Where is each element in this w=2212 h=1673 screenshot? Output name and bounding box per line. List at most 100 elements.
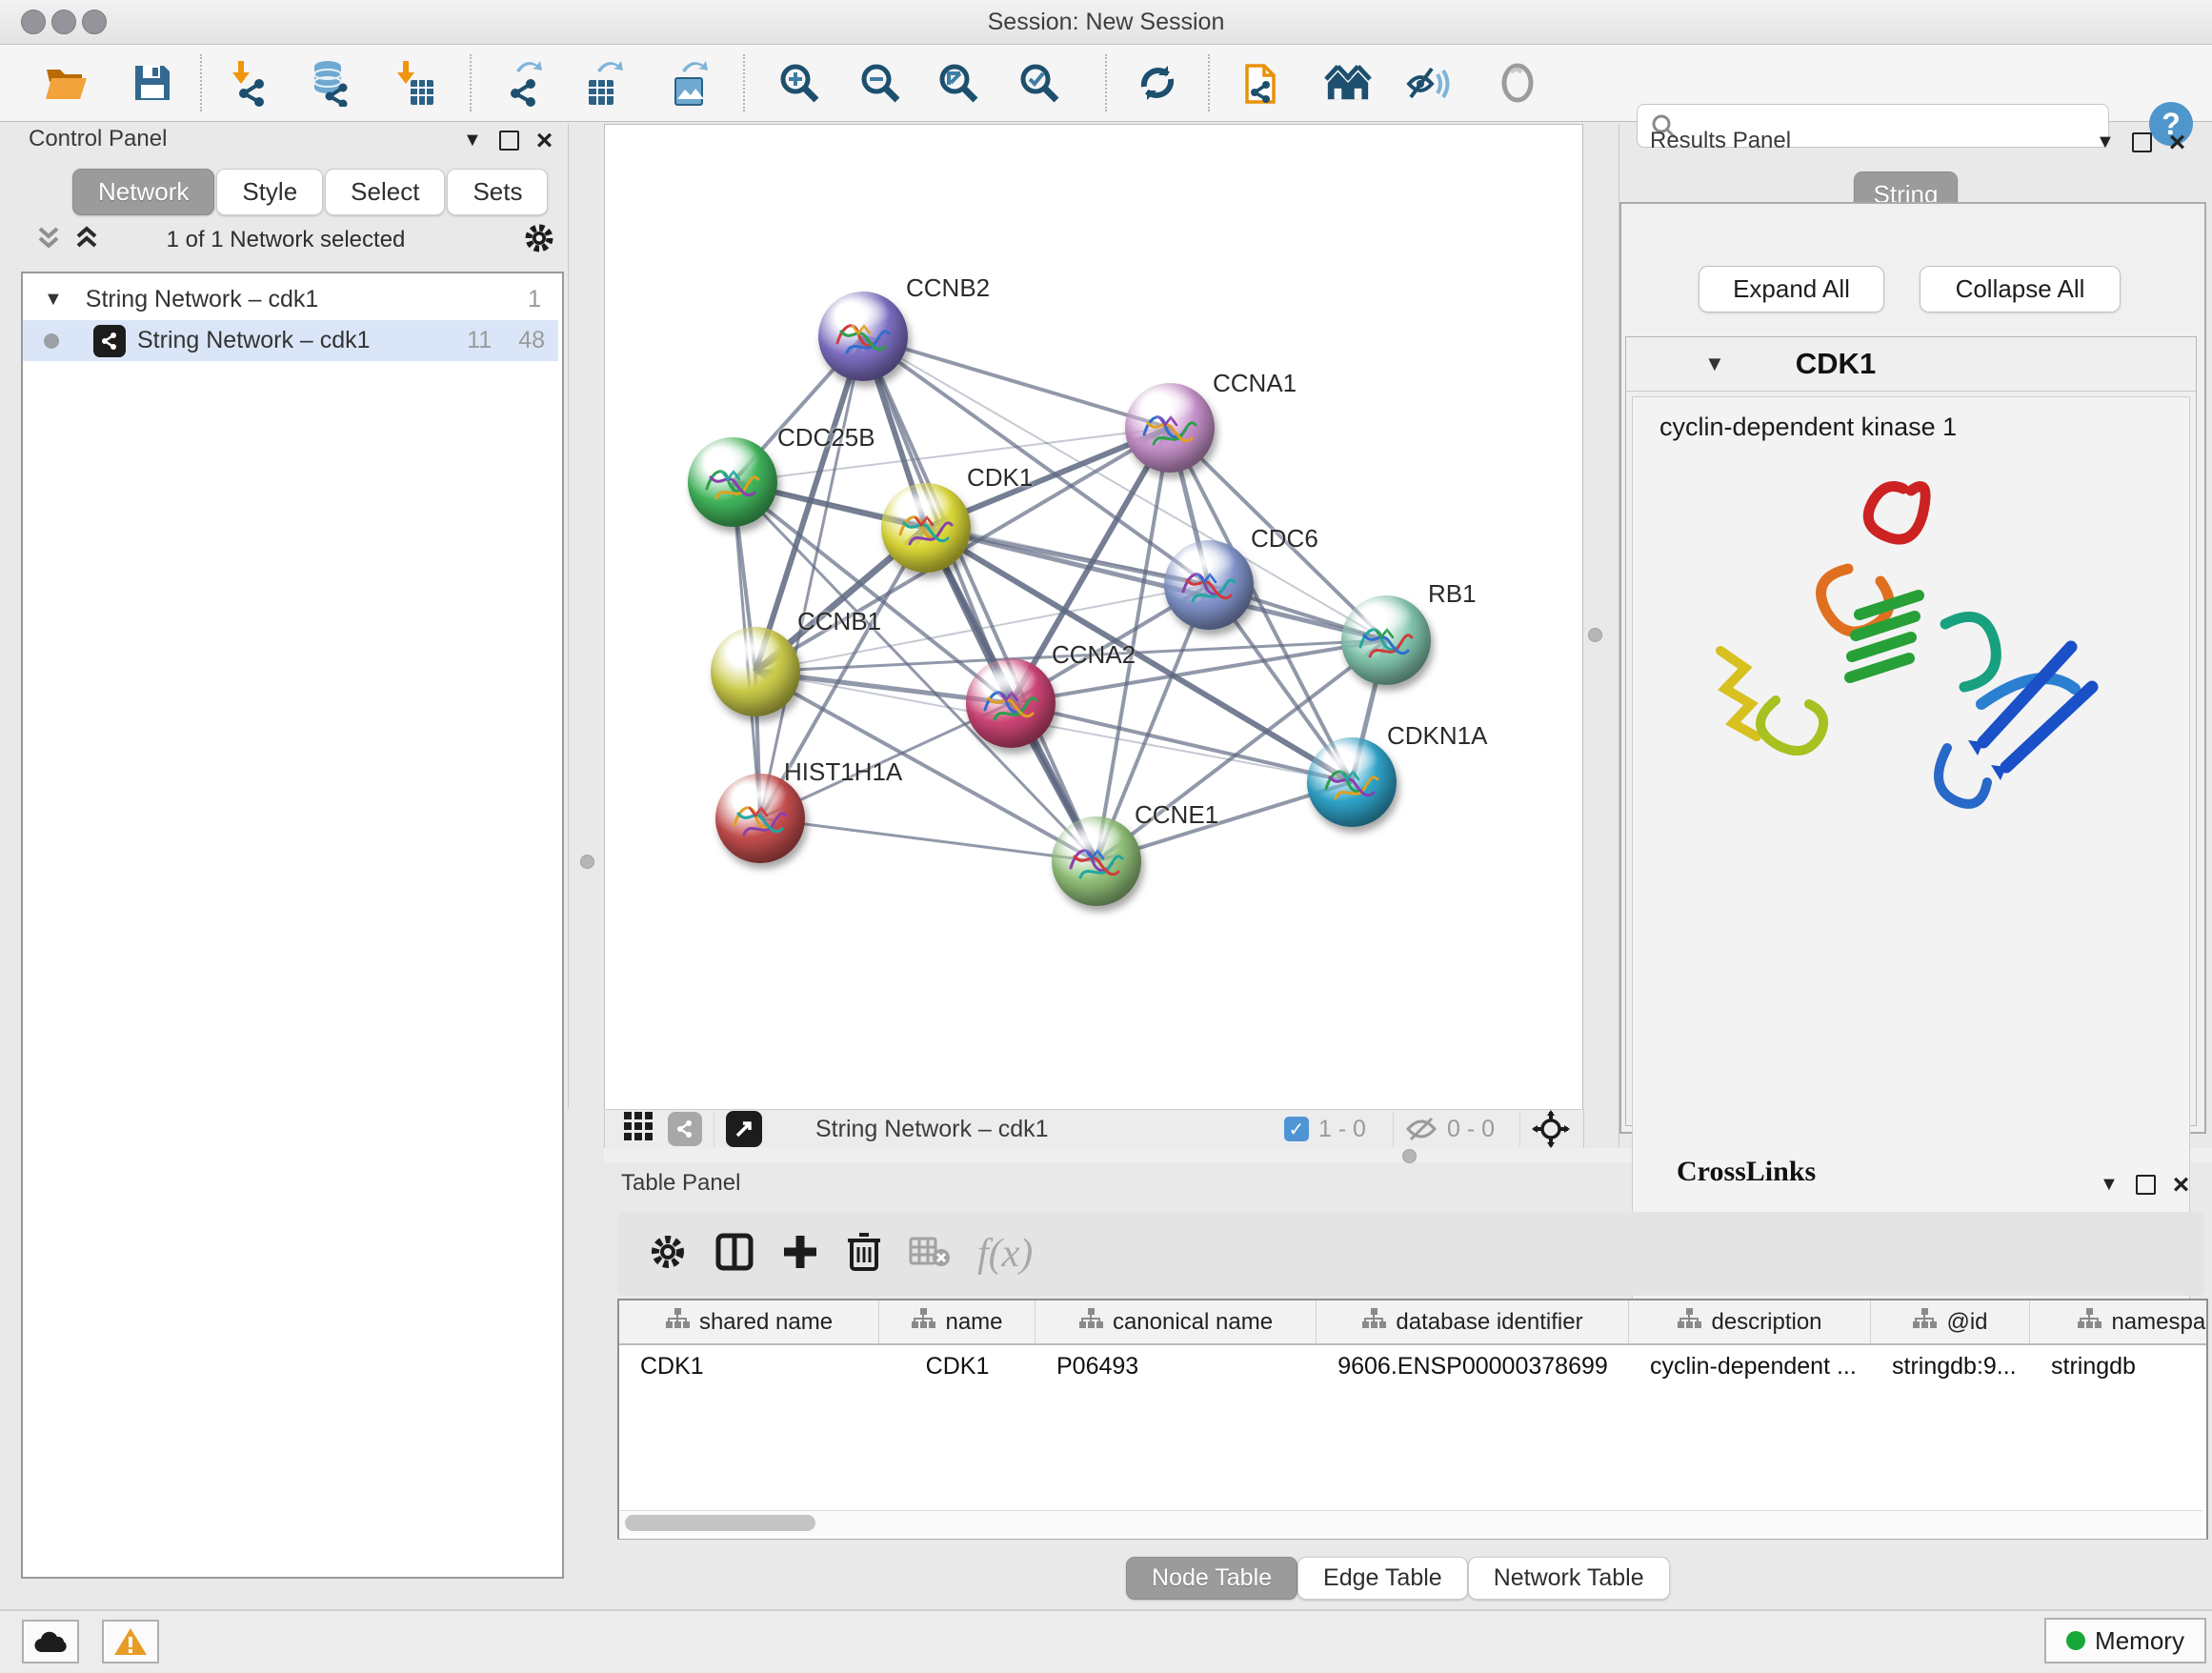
left-panel-divider[interactable]: [568, 124, 606, 1109]
panel-float-icon[interactable]: [499, 131, 519, 151]
right-panel-divider[interactable]: [1582, 124, 1619, 1147]
network-tree: ▼ String Network – cdk1 1 String Network…: [21, 272, 564, 1579]
import-network-button[interactable]: [225, 58, 272, 108]
network-node-label: CCNB1: [797, 607, 881, 636]
warnings-button[interactable]: [102, 1620, 159, 1663]
delete-column-button[interactable]: [846, 1231, 882, 1278]
column-header-shared-name[interactable]: shared name: [619, 1300, 879, 1343]
hide-graphics-details-button[interactable]: [1405, 58, 1453, 108]
expand-all-networks-button[interactable]: [72, 223, 101, 258]
panel-close-icon[interactable]: ×: [2173, 1176, 2190, 1195]
import-table-button[interactable]: [391, 58, 438, 108]
network-edge[interactable]: [760, 336, 863, 818]
import-database-button[interactable]: [306, 58, 353, 108]
divider-grip[interactable]: [1588, 628, 1602, 642]
fit-selected-crosshair-icon[interactable]: [1532, 1110, 1570, 1148]
panel-menu-icon[interactable]: ▼: [2100, 1174, 2119, 1196]
export-image-button[interactable]: [666, 58, 714, 108]
panel-float-icon[interactable]: [2136, 1175, 2156, 1195]
zoom-out-button[interactable]: [856, 58, 904, 108]
add-column-button[interactable]: [781, 1233, 819, 1276]
network-node-ccna1[interactable]: [1125, 383, 1215, 473]
network-node-ccnb1[interactable]: [711, 627, 800, 716]
selected-checkbox-icon[interactable]: ✓: [1284, 1117, 1309, 1141]
panel-close-icon[interactable]: ×: [2169, 133, 2186, 152]
open-session-button[interactable]: [43, 58, 90, 108]
network-row-selected[interactable]: String Network – cdk1 11 48: [23, 320, 558, 361]
divider-grip[interactable]: [1402, 1149, 1417, 1163]
column-header-database-identifier[interactable]: database identifier: [1317, 1300, 1629, 1343]
network-file-button[interactable]: [1239, 58, 1287, 108]
tab-style[interactable]: Style: [216, 169, 323, 215]
table-cell[interactable]: 9606.ENSP00000378699: [1317, 1345, 1629, 1387]
tab-sets[interactable]: Sets: [447, 169, 548, 215]
network-node-cdc6[interactable]: [1164, 540, 1254, 630]
tab-edge-table[interactable]: Edge Table: [1297, 1557, 1468, 1600]
collapse-all-networks-button[interactable]: [34, 223, 63, 258]
collapse-all-button[interactable]: Collapse All: [1920, 266, 2121, 312]
zoom-in-button[interactable]: [775, 58, 823, 108]
divider-grip[interactable]: [580, 855, 594, 869]
export-table-button[interactable]: [581, 58, 629, 108]
home-view-button[interactable]: [1324, 58, 1372, 108]
network-node-cdkn1a[interactable]: [1307, 737, 1397, 827]
save-session-button[interactable]: [129, 58, 176, 108]
panel-menu-icon[interactable]: ▼: [463, 130, 482, 151]
gene-section-header[interactable]: ▼ CDK1: [1626, 337, 2196, 392]
table-cell[interactable]: stringdb:9...: [1871, 1345, 2030, 1387]
function-builder-button[interactable]: f(x): [977, 1231, 1033, 1277]
network-edge[interactable]: [760, 818, 1096, 861]
network-edge[interactable]: [863, 336, 1170, 428]
table-cell[interactable]: CDK1: [879, 1345, 1036, 1387]
panel-menu-icon[interactable]: ▼: [2096, 131, 2115, 153]
tab-network-table[interactable]: Network Table: [1468, 1557, 1670, 1600]
detach-view-button[interactable]: [726, 1111, 762, 1147]
table-cell[interactable]: cyclin-dependent ...: [1629, 1345, 1871, 1387]
panel-close-icon[interactable]: ×: [536, 131, 553, 151]
column-header-description[interactable]: description: [1629, 1300, 1871, 1343]
export-network-button[interactable]: [504, 58, 552, 108]
network-node-ccne1[interactable]: [1052, 816, 1141, 906]
network-options-gear-button[interactable]: [522, 221, 556, 260]
grid-view-button[interactable]: [622, 1110, 654, 1149]
delete-table-button[interactable]: [909, 1235, 951, 1274]
network-edge[interactable]: [1011, 703, 1352, 782]
section-collapse-icon[interactable]: ▼: [1704, 352, 1725, 376]
table-cell[interactable]: P06493: [1036, 1345, 1317, 1387]
panel-float-icon[interactable]: [2132, 132, 2152, 152]
network-node-rb1[interactable]: [1341, 595, 1431, 685]
network-node-label: CCNB2: [906, 273, 990, 303]
column-header-namespace[interactable]: namespace: [2030, 1300, 2208, 1343]
tab-node-table[interactable]: Node Table: [1126, 1557, 1297, 1600]
tab-network[interactable]: Network: [72, 169, 214, 215]
table-horizontal-scrollbar[interactable]: [619, 1510, 2202, 1536]
collection-collapse-icon[interactable]: ▼: [44, 289, 63, 311]
column-header-canonical-name[interactable]: canonical name: [1036, 1300, 1317, 1343]
results-panel-title: Results Panel: [1650, 128, 1791, 154]
tab-select[interactable]: Select: [325, 169, 445, 215]
zoom-fit-button[interactable]: [935, 58, 982, 108]
memory-button[interactable]: Memory: [2044, 1618, 2206, 1663]
network-canvas[interactable]: CCNB2CCNA1CDC25BCDK1CDC6RB1CCNB1CCNA2CDK…: [604, 124, 1583, 1111]
network-collection-row[interactable]: ▼ String Network – cdk1 1: [23, 279, 558, 320]
column-header-name[interactable]: name: [879, 1300, 1036, 1343]
network-node-ccna2[interactable]: [966, 658, 1056, 748]
network-node-cdk1[interactable]: [881, 483, 971, 573]
cloud-status-button[interactable]: [22, 1620, 79, 1663]
table-cell[interactable]: CDK1: [619, 1345, 879, 1387]
network-node-cdc25b[interactable]: [688, 437, 777, 527]
scrollbar-thumb[interactable]: [625, 1515, 815, 1531]
zoom-selected-button[interactable]: [1016, 58, 1063, 108]
show-columns-button[interactable]: [714, 1232, 754, 1277]
table-cell[interactable]: stringdb: [2030, 1345, 2208, 1387]
network-graph: [605, 125, 1582, 1110]
expand-all-button[interactable]: Expand All: [1699, 266, 1884, 312]
network-view-mode-button[interactable]: [668, 1112, 702, 1146]
column-header--id[interactable]: @id: [1871, 1300, 2030, 1343]
network-node-hist1h1a[interactable]: [715, 774, 805, 863]
table-row[interactable]: CDK1CDK1P064939606.ENSP00000378699cyclin…: [619, 1345, 2208, 1387]
network-node-ccnb2[interactable]: [818, 292, 908, 381]
birdseye-toggle-button[interactable]: [1494, 58, 1541, 108]
table-settings-gear-button[interactable]: [648, 1232, 688, 1277]
apply-layout-button[interactable]: [1134, 58, 1181, 108]
